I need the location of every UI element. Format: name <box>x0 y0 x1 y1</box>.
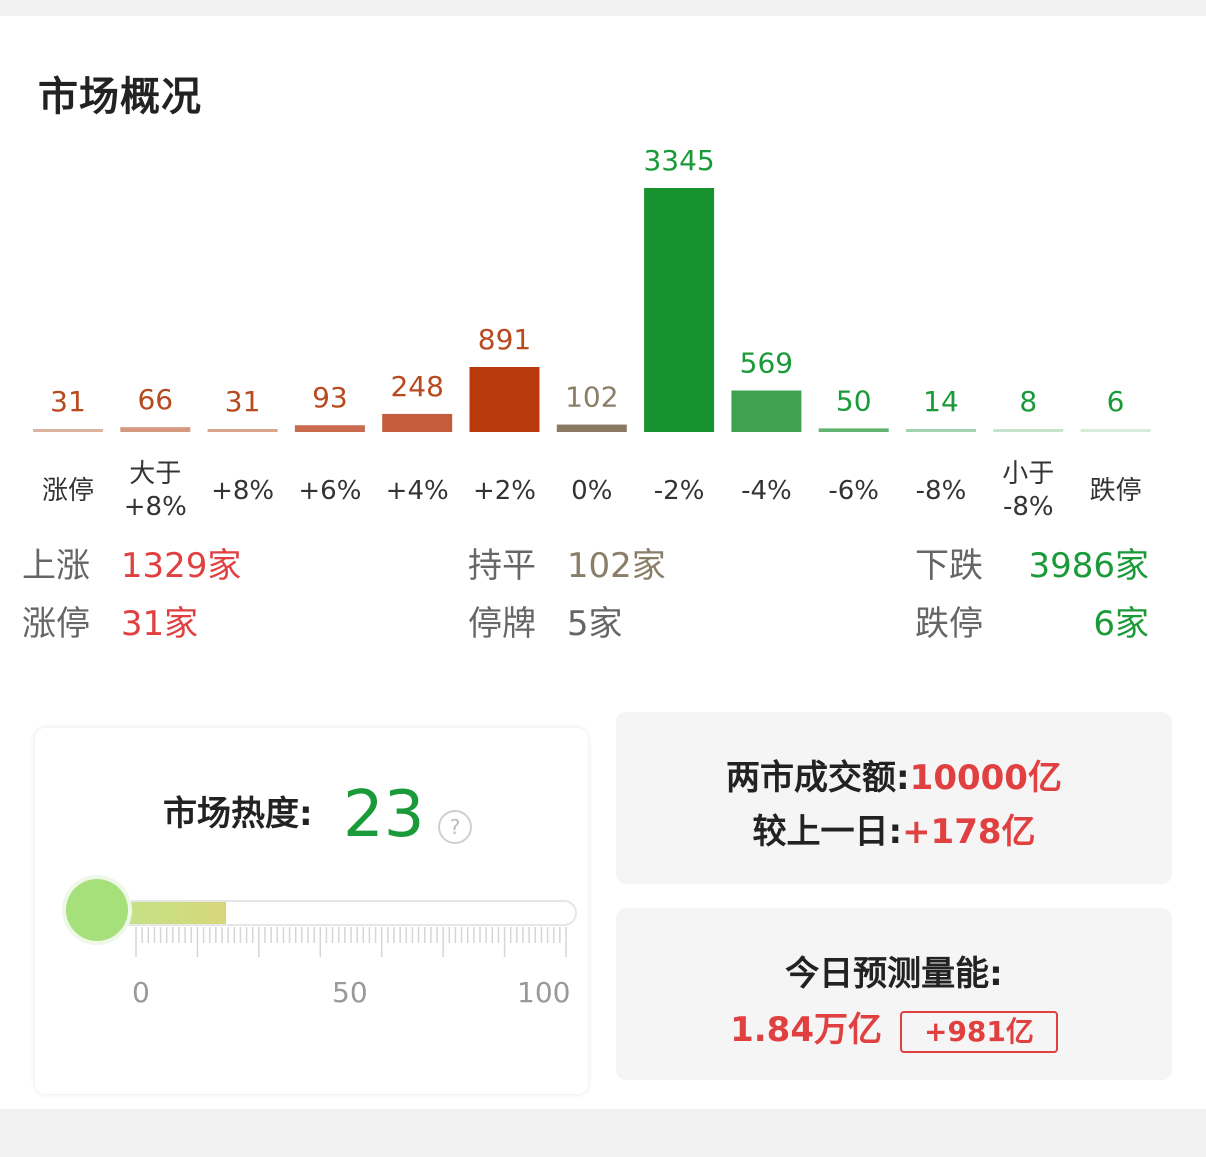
forecast-badge: +981亿 <box>899 1010 1058 1053</box>
bar-value-label-12: 6 <box>1107 385 1125 418</box>
category-label-7: -2% <box>654 476 705 506</box>
category-label-1-1: +8% <box>124 492 187 522</box>
heat-gauge-ticks <box>135 927 567 957</box>
stat-up: 上涨 1329家 <box>22 538 241 587</box>
stat-suspend: 停牌 5家 <box>468 596 622 645</box>
stat-up-value: 1329家 <box>120 546 242 586</box>
turnover-panel: 两市成交额:10000亿 较上一日:+178亿 <box>616 712 1172 884</box>
stat-suspend-label: 停牌 <box>468 604 536 644</box>
bar-7 <box>644 188 715 432</box>
forecast-value: 1.84万亿 <box>730 1010 882 1050</box>
stat-limit-up-label: 涨停 <box>22 604 90 644</box>
bar-9 <box>818 428 889 432</box>
bar-1 <box>120 427 191 432</box>
stat-down: 下跌 3986家 <box>915 538 1149 587</box>
bar-10 <box>906 429 976 432</box>
bar-value-label-0: 31 <box>50 385 86 418</box>
category-label-4: +4% <box>386 476 449 506</box>
turnover-diff-row: 较上一日:+178亿 <box>616 804 1172 853</box>
forecast-row: 1.84万亿 +981亿 <box>616 1002 1172 1053</box>
heat-tick-0: 0 <box>132 976 150 1009</box>
bar-value-label-8: 569 <box>740 346 793 379</box>
category-label-8: -4% <box>741 476 792 506</box>
turnover-label: 两市成交额: <box>726 758 910 798</box>
bar-value-label-7: 3345 <box>643 144 714 177</box>
bar-8 <box>731 390 802 432</box>
heat-tick-100: 100 <box>517 976 571 1009</box>
turnover-value: 10000亿 <box>909 758 1062 798</box>
distribution-bar-chart: 31涨停66大于+8%31+8%93+6%248+4%891+2%1020%33… <box>33 144 1151 522</box>
heat-gauge-track <box>95 900 577 926</box>
stat-flat: 持平 102家 <box>468 538 666 587</box>
bar-value-label-4: 248 <box>390 370 443 403</box>
heat-tick-50: 50 <box>332 976 368 1009</box>
bar-5 <box>469 367 540 432</box>
heat-gauge-bulb <box>66 879 128 941</box>
stat-down-value: 3986家 <box>1028 546 1149 586</box>
category-label-12: 跌停 <box>1090 476 1142 506</box>
turnover-diff-label: 较上一日: <box>752 812 903 852</box>
stat-limit-down-value: 6家 <box>1093 604 1149 644</box>
stat-suspend-value: 5家 <box>566 604 623 644</box>
bar-value-label-1: 66 <box>137 383 173 416</box>
stat-down-label: 下跌 <box>915 546 983 586</box>
bar-value-label-3: 93 <box>312 381 348 414</box>
stat-limit-down-label: 跌停 <box>915 604 983 644</box>
category-label-9: -6% <box>828 476 879 506</box>
bar-3 <box>294 425 365 432</box>
heat-value: 23 <box>343 778 425 852</box>
bar-value-label-2: 31 <box>225 385 261 418</box>
bar-value-label-5: 891 <box>478 323 531 356</box>
forecast-panel: 今日预测量能: 1.84万亿 +981亿 <box>616 908 1172 1080</box>
stat-limit-down: 跌停 6家 <box>915 596 1149 645</box>
stat-limit-up: 涨停 31家 <box>22 596 198 645</box>
stat-flat-value: 102家 <box>566 546 666 586</box>
bar-6 <box>556 424 627 432</box>
bar-2 <box>207 429 278 432</box>
category-label-1-0: 大于 <box>129 459 181 489</box>
category-label-11-1: -8% <box>1003 492 1054 522</box>
category-label-2: +8% <box>211 476 274 506</box>
stat-limit-up-value: 31家 <box>120 604 199 644</box>
heat-label: 市场热度: <box>163 794 313 834</box>
bar-value-label-10: 14 <box>923 385 959 418</box>
market-heat-panel: 市场热度: 23 ? 0 50 100 <box>35 728 588 1094</box>
category-label-3: +6% <box>298 476 361 506</box>
market-overview-card: 市场概况 31 涨停 66 大于 +8% 31 +8% 93 +6% 248 +4% 891 +2% 10… <box>0 16 1206 1109</box>
turnover-row: 两市成交额:10000亿 <box>616 750 1172 799</box>
stat-flat-label: 持平 <box>468 546 536 586</box>
bar-value-label-6: 102 <box>565 381 618 414</box>
bar-4 <box>382 413 453 432</box>
turnover-diff-value: +178亿 <box>902 812 1036 852</box>
bar-value-label-11: 8 <box>1019 385 1037 418</box>
bar-12 <box>1080 429 1151 432</box>
category-label-6: 0% <box>571 476 612 506</box>
category-label-0: 涨停 <box>42 476 94 506</box>
category-label-11-0: 小于 <box>1002 459 1054 489</box>
bar-11 <box>993 429 1064 432</box>
category-label-5: +2% <box>473 476 536 506</box>
forecast-label: 今日预测量能: <box>785 954 1003 994</box>
help-icon[interactable]: ? <box>438 810 472 844</box>
category-label-10: -8% <box>916 476 967 506</box>
bar-0 <box>33 429 103 432</box>
stat-up-label: 上涨 <box>22 546 90 586</box>
bar-value-label-9: 50 <box>836 384 872 417</box>
